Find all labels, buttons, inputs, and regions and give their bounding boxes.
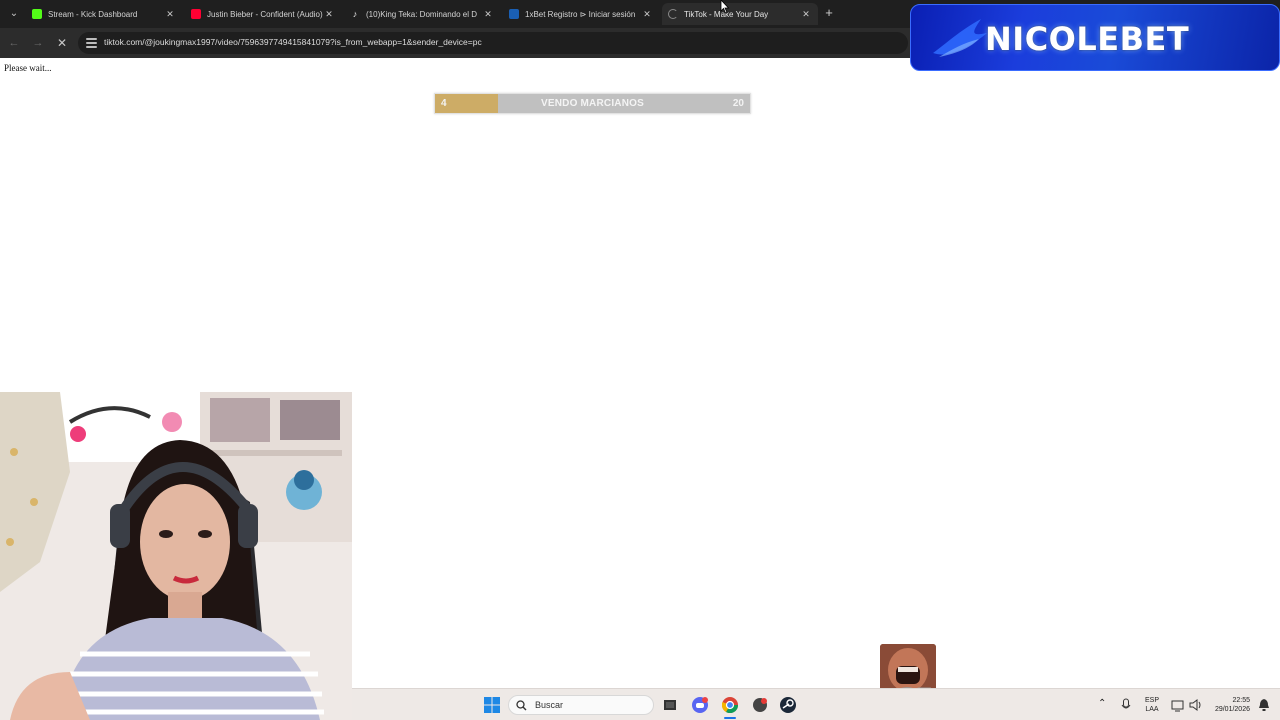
banner-title: NICOLEBET	[985, 20, 1190, 58]
windows-start-icon[interactable]	[484, 697, 500, 713]
tab-title: 1xBet Registro ⊳ Iniciar sesión	[525, 9, 636, 19]
kick-favicon-icon	[32, 9, 42, 19]
search-icon	[516, 700, 527, 711]
clock-time: 22:55	[1232, 697, 1250, 704]
volume-icon[interactable]	[1188, 697, 1204, 713]
app-icon[interactable]	[752, 697, 768, 713]
search-box-label: Buscar	[535, 700, 564, 710]
tab-close-icon[interactable]: ✕	[164, 9, 176, 20]
tab-1xbet[interactable]: 1xBet Registro ⊳ Iniciar sesión ✕	[503, 3, 659, 25]
clock-date: 29/01/2026	[1214, 706, 1250, 713]
chrome-icon[interactable]	[722, 697, 738, 713]
goal-title: VENDO MARCIANOS	[540, 98, 644, 109]
microphone-icon[interactable]	[1120, 697, 1132, 713]
tab-kick-dashboard[interactable]: Stream - Kick Dashboard ✕	[26, 3, 182, 25]
loading-status-text: Please wait...	[4, 63, 52, 73]
file-explorer-icon[interactable]	[662, 697, 678, 713]
new-tab-button[interactable]: +	[822, 6, 836, 22]
notification-bell-icon[interactable]	[1256, 697, 1272, 713]
tab-search-chevron-icon[interactable]: ⌄	[6, 6, 22, 22]
forward-button[interactable]: →	[30, 35, 46, 51]
tab-youtube[interactable]: Justin Bieber - Confident (Audio) ✕	[185, 3, 341, 25]
tray-overflow-chevron-icon[interactable]: ⌃	[1098, 699, 1106, 709]
language-code: ESP	[1144, 697, 1159, 704]
youtube-favicon-icon	[191, 9, 201, 19]
windows-taskbar: Buscar ⌃ ESP LAA 22:55 29/01/2026	[352, 688, 1280, 720]
tab-title: TikTok - Make Your Day	[684, 9, 769, 19]
loading-spinner-icon	[668, 9, 678, 19]
active-app-indicator	[724, 717, 736, 719]
steam-icon[interactable]	[780, 697, 796, 713]
sponsor-banner: NICOLEBET	[910, 4, 1280, 71]
tab-title: Stream - Kick Dashboard	[48, 9, 138, 19]
site-settings-icon[interactable]	[86, 38, 97, 48]
taskbar-search-box[interactable]: Buscar	[508, 695, 654, 715]
stream-goal-bar: 4 VENDO MARCIANOS 20	[434, 93, 751, 114]
tab-tiktok-king-teka[interactable]: ♪ (10)King Teka: Dominando el D ✕	[344, 3, 500, 25]
1xbet-favicon-icon	[509, 9, 519, 19]
goal-target-value: 20	[732, 98, 744, 109]
tab-title: Justin Bieber - Confident (Audio)	[207, 9, 323, 19]
streamer-camera-image	[0, 392, 352, 720]
tab-close-icon[interactable]: ✕	[323, 9, 335, 20]
stop-loading-button[interactable]: ✕	[54, 35, 70, 51]
mouse-cursor-icon	[720, 0, 730, 14]
tab-title: (10)King Teka: Dominando el D	[366, 9, 478, 19]
address-bar-url[interactable]: tiktok.com/@joukingmax1997/video/7596397…	[104, 37, 482, 47]
discord-icon[interactable]	[692, 697, 708, 713]
webcam-feed	[0, 392, 352, 720]
tab-tiktok-active[interactable]: TikTok - Make Your Day ✕	[662, 3, 818, 25]
network-icon[interactable]	[1170, 697, 1186, 713]
address-bar[interactable]: tiktok.com/@joukingmax1997/video/7596397…	[78, 32, 908, 54]
input-language-indicator[interactable]: ESP LAA	[1140, 696, 1164, 714]
tab-close-icon[interactable]: ✕	[482, 9, 494, 20]
tiktok-favicon-icon: ♪	[350, 9, 360, 19]
back-button[interactable]: ←	[6, 35, 22, 51]
clock[interactable]: 22:55 29/01/2026	[1206, 696, 1250, 714]
screen: ⌄ Stream - Kick Dashboard ✕ Justin Biebe…	[0, 0, 1280, 720]
keyboard-layout-code: LAA	[1145, 706, 1159, 713]
tab-close-icon[interactable]: ✕	[641, 9, 653, 20]
tab-close-icon[interactable]: ✕	[800, 9, 812, 20]
